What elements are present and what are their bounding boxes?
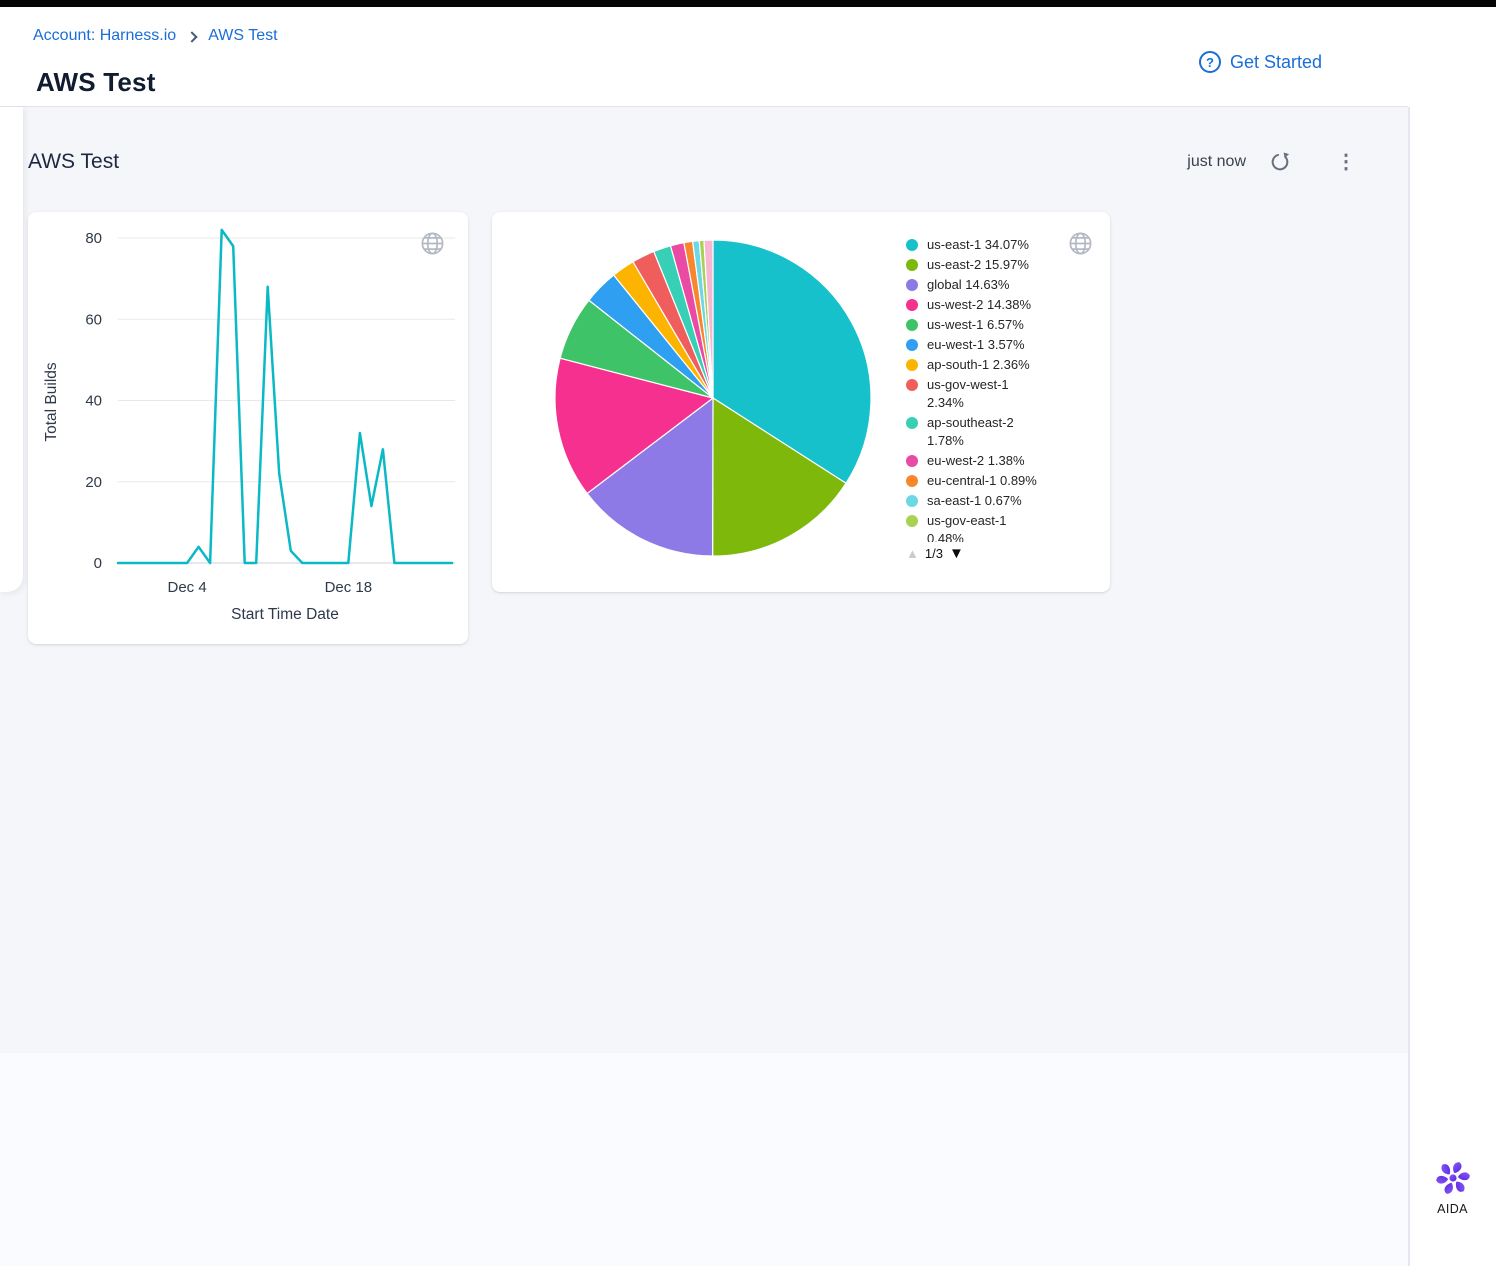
legend-item[interactable]: eu-central-1 0.89%: [906, 472, 1066, 490]
page-lower-band: [0, 1053, 1409, 1266]
page-header: Account: Harness.io AWS Test AWS Test ? …: [0, 7, 1408, 107]
legend-swatch-icon: [906, 359, 918, 371]
legend-item-label: eu-central-1 0.89%: [927, 472, 1043, 490]
collapsed-nav-sliver: [0, 107, 23, 592]
total-builds-line-chart: 0 20 40 60 80 Dec 4 Dec 18 Start Time Date Total…: [28, 212, 468, 644]
aida-assistant-button[interactable]: AIDA: [1409, 1160, 1496, 1216]
get-started-label: Get Started: [1230, 52, 1322, 73]
legend-item-label: us-gov-east-1 0.48%: [927, 512, 1043, 542]
dashboard-title: AWS Test: [28, 150, 119, 174]
globe-icon: [1067, 230, 1094, 257]
globe-icon: [419, 230, 446, 257]
svg-text:Total Builds: Total Builds: [43, 362, 60, 442]
legend-swatch-icon: [906, 319, 918, 331]
pie-legend-list: us-east-1 34.07% us-east-2 15.97% global 1…: [906, 236, 1066, 542]
legend-swatch-icon: [906, 455, 918, 467]
total-builds-tile: 0 20 40 60 80 Dec 4 Dec 18 Start Time Date Total…: [28, 212, 468, 644]
svg-text:80: 80: [85, 230, 102, 247]
legend-prev-icon[interactable]: ▲: [906, 546, 919, 561]
dashboard-toolbar: AWS Test just now ⋮: [28, 150, 1360, 174]
legend-page-indicator: 1/3: [925, 546, 943, 561]
legend-swatch-icon: [906, 299, 918, 311]
get-started-link[interactable]: ? Get Started: [1199, 51, 1322, 73]
svg-text:Dec 18: Dec 18: [325, 579, 373, 596]
svg-text:60: 60: [85, 311, 102, 328]
legend-item[interactable]: us-east-2 15.97%: [906, 256, 1066, 274]
svg-text:40: 40: [85, 393, 102, 410]
regions-pie-tile: us-east-1 34.07% us-east-2 15.97% global 1…: [492, 212, 1110, 592]
legend-item-label: eu-west-1 3.57%: [927, 336, 1043, 354]
last-refreshed-label: just now: [1187, 153, 1246, 171]
legend-item[interactable]: ap-south-1 2.36%: [906, 356, 1066, 374]
legend-next-icon[interactable]: ▼: [949, 545, 964, 562]
window-top-edge: [0, 0, 1496, 7]
legend-swatch-icon: [906, 259, 918, 271]
aida-icon: [1435, 1160, 1471, 1196]
legend-item-label: us-east-1 34.07%: [927, 236, 1043, 254]
breadcrumb-page-link[interactable]: AWS Test: [208, 27, 277, 45]
legend-item[interactable]: us-west-1 6.57%: [906, 316, 1066, 334]
legend-item[interactable]: ap-southeast-2 1.78%: [906, 414, 1066, 450]
legend-item-label: eu-west-2 1.38%: [927, 452, 1043, 470]
legend-item[interactable]: us-east-1 34.07%: [906, 236, 1066, 254]
right-rail: [1409, 107, 1496, 1266]
legend-swatch-icon: [906, 379, 918, 391]
breadcrumb: Account: Harness.io AWS Test: [33, 27, 278, 45]
legend-item[interactable]: us-gov-west-1 2.34%: [906, 376, 1066, 412]
legend-item-label: us-west-2 14.38%: [927, 296, 1043, 314]
legend-swatch-icon: [906, 279, 918, 291]
legend-item[interactable]: eu-west-2 1.38%: [906, 452, 1066, 470]
svg-text:Dec 4: Dec 4: [168, 579, 207, 596]
legend-item[interactable]: global 14.63%: [906, 276, 1066, 294]
legend-item[interactable]: sa-east-1 0.67%: [906, 492, 1066, 510]
dashboard-area: AWS Test just now ⋮ 0 20 40 60 80 Dec 4 Dec 18…: [0, 107, 1409, 1053]
help-icon: ?: [1199, 51, 1221, 73]
refresh-icon: [1269, 151, 1291, 173]
svg-text:Start Time Date: Start Time Date: [231, 606, 339, 623]
legend-pagination: ▲ 1/3 ▼: [906, 545, 1066, 562]
chevron-right-icon: [187, 31, 198, 42]
legend-item-label: ap-south-1 2.36%: [927, 356, 1043, 374]
legend-item[interactable]: us-gov-east-1 0.48%: [906, 512, 1066, 542]
legend-swatch-icon: [906, 495, 918, 507]
legend-item-label: us-west-1 6.57%: [927, 316, 1043, 334]
page-title: AWS Test: [36, 67, 156, 98]
legend-swatch-icon: [906, 239, 918, 251]
legend-item-label: ap-southeast-2 1.78%: [927, 414, 1043, 450]
legend-item-label: us-east-2 15.97%: [927, 256, 1043, 274]
legend-item-label: us-gov-west-1 2.34%: [927, 376, 1043, 412]
legend-item-label: global 14.63%: [927, 276, 1043, 294]
legend-swatch-icon: [906, 515, 918, 527]
kebab-menu-icon: ⋮: [1336, 151, 1356, 173]
dashboard-controls: just now ⋮: [1187, 150, 1360, 174]
legend-swatch-icon: [906, 475, 918, 487]
svg-text:20: 20: [85, 474, 102, 491]
legend-item[interactable]: eu-west-1 3.57%: [906, 336, 1066, 354]
harness-dashboard-page: Account: Harness.io AWS Test AWS Test ? …: [0, 0, 1496, 1266]
pie-legend: us-east-1 34.07% us-east-2 15.97% global 1…: [906, 236, 1066, 562]
legend-item[interactable]: us-west-2 14.38%: [906, 296, 1066, 314]
legend-swatch-icon: [906, 339, 918, 351]
refresh-button[interactable]: [1268, 150, 1292, 174]
legend-swatch-icon: [906, 417, 918, 429]
svg-text:0: 0: [94, 555, 102, 572]
aida-label: AIDA: [1437, 1202, 1468, 1216]
legend-item-label: sa-east-1 0.67%: [927, 492, 1043, 510]
kebab-menu-button[interactable]: ⋮: [1332, 152, 1360, 172]
breadcrumb-account-link[interactable]: Account: Harness.io: [33, 27, 176, 45]
